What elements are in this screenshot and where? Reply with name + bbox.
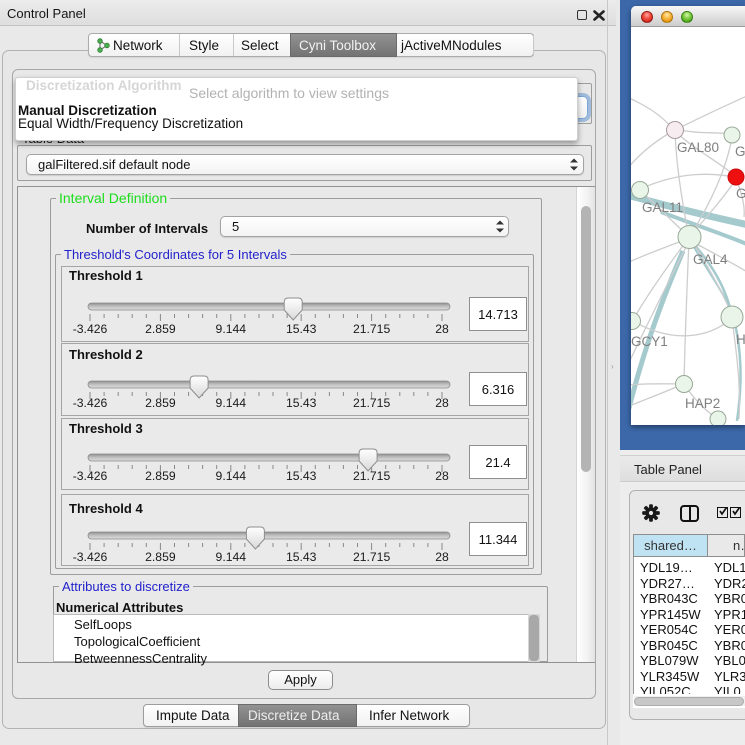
svg-text:9.144: 9.144 (216, 469, 247, 483)
svg-text:21.715: 21.715 (353, 469, 390, 483)
svg-text:GAL11: GAL11 (642, 200, 683, 215)
svg-text:2.859: 2.859 (145, 322, 176, 336)
svg-text:-3.426: -3.426 (73, 396, 108, 410)
svg-text:9.144: 9.144 (216, 396, 247, 410)
svg-text:HAP2: HAP2 (685, 396, 720, 411)
svg-text:21.715: 21.715 (353, 396, 390, 410)
svg-text:15.43: 15.43 (286, 469, 317, 483)
svg-text:9.144: 9.144 (216, 550, 247, 564)
svg-text:GAL80: GAL80 (677, 140, 719, 155)
svg-text:GAL4: GAL4 (693, 252, 728, 267)
svg-text:-3.426: -3.426 (73, 550, 108, 564)
svg-text:2.859: 2.859 (145, 396, 176, 410)
svg-text:2.859: 2.859 (145, 469, 176, 483)
svg-text:28: 28 (435, 322, 449, 336)
svg-text:21.715: 21.715 (353, 550, 390, 564)
svg-text:21.715: 21.715 (353, 322, 390, 336)
svg-text:GCY1: GCY1 (631, 334, 668, 349)
svg-text:15.43: 15.43 (286, 322, 317, 336)
svg-text:15.43: 15.43 (286, 396, 317, 410)
svg-text:G: G (736, 186, 745, 201)
svg-text:28: 28 (435, 469, 449, 483)
svg-text:-3.426: -3.426 (73, 469, 108, 483)
svg-text:GA: GA (735, 144, 745, 159)
svg-text:15.43: 15.43 (286, 550, 317, 564)
svg-text:9.144: 9.144 (216, 322, 247, 336)
svg-text:-3.426: -3.426 (73, 322, 108, 336)
svg-text:H: H (736, 332, 745, 347)
svg-text:28: 28 (435, 396, 449, 410)
svg-text:2.859: 2.859 (145, 550, 176, 564)
svg-text:28: 28 (435, 550, 449, 564)
